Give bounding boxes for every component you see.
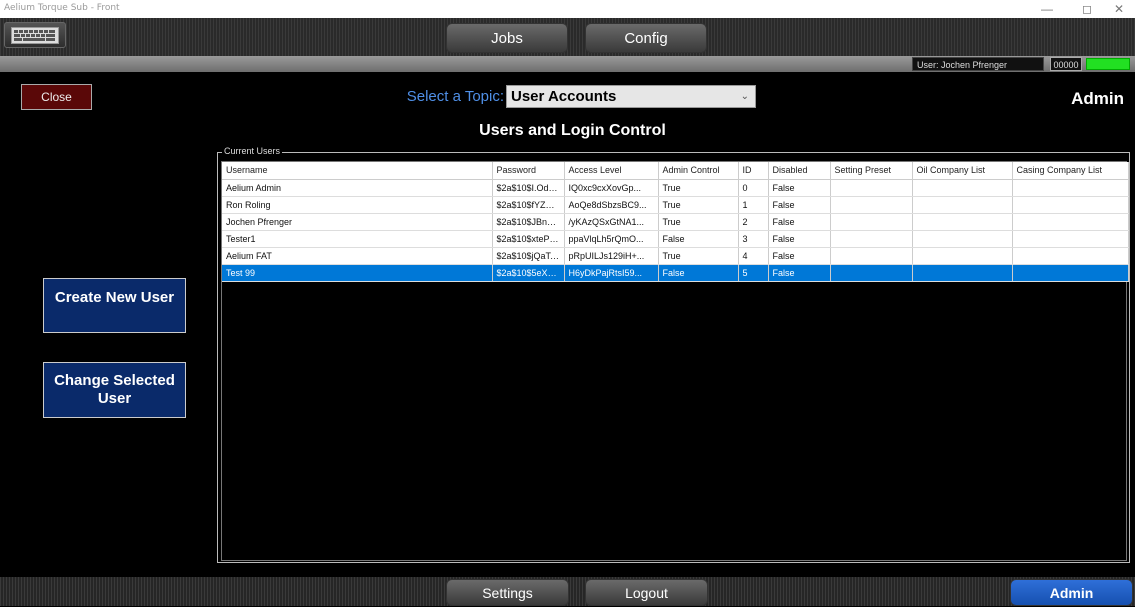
bottom-nav-bar: Settings Logout Admin — [0, 577, 1135, 606]
table-cell: False — [768, 264, 831, 282]
table-cell: True — [658, 213, 739, 231]
table-cell: False — [658, 264, 739, 282]
table-cell: AoQe8dSbzsBC9... — [564, 196, 659, 214]
status-strip: User: Jochen Pfrenger 00000 — [0, 56, 1135, 72]
column-header[interactable]: Access Level — [564, 162, 659, 180]
table-header-row: Username Password Access Level Admin Con… — [222, 162, 1129, 180]
topic-select[interactable]: User Accounts ⌄ — [506, 85, 756, 108]
table-row[interactable]: Tester1$2a$10$xtePdrN...ppaVlqLh5rQmO...… — [222, 230, 1129, 248]
column-header[interactable]: Password — [492, 162, 565, 180]
table-cell: H6yDkPajRtsI59... — [564, 264, 659, 282]
table-cell — [1012, 179, 1129, 197]
table-cell — [912, 264, 1013, 282]
keyboard-button[interactable] — [4, 22, 66, 48]
table-cell: False — [768, 230, 831, 248]
table-cell — [912, 213, 1013, 231]
table-cell: False — [768, 179, 831, 197]
group-legend: Current Users — [222, 146, 283, 156]
table-cell: $2a$10$xtePdrN... — [492, 230, 565, 248]
table-cell: /yKAzQSxGtNA1... — [564, 213, 659, 231]
column-header[interactable]: ID — [738, 162, 769, 180]
restore-icon[interactable]: ◻ — [1072, 0, 1102, 18]
table-cell — [830, 213, 913, 231]
connection-status-indicator — [1086, 58, 1130, 70]
column-header[interactable]: Admin Control — [658, 162, 739, 180]
create-new-user-button[interactable]: Create New User — [43, 278, 186, 333]
table-cell — [830, 247, 913, 265]
window-title-bar: Aelium Torque Sub - Front — ◻ ✕ — [0, 0, 1135, 18]
column-header[interactable]: Setting Preset — [830, 162, 913, 180]
table-cell — [1012, 230, 1129, 248]
table-cell — [912, 247, 1013, 265]
table-cell: True — [658, 247, 739, 265]
table-cell: 0 — [738, 179, 769, 197]
table-cell — [912, 230, 1013, 248]
table-cell: False — [768, 213, 831, 231]
table-row[interactable]: Aelium FAT $2a$10$jQaT.6A... pRpUILJs129iH… — [222, 247, 1129, 265]
table-cell: pRpUILJs129iH+... — [564, 247, 659, 265]
column-header[interactable]: Username — [222, 162, 493, 180]
settings-tab[interactable]: Settings — [446, 579, 569, 606]
top-nav-bar: Jobs Config — [0, 18, 1135, 56]
table-cell: 3 — [738, 230, 769, 248]
table-cell: Tester1 — [222, 230, 493, 248]
table-cell: 2 — [738, 213, 769, 231]
column-header[interactable]: Disabled — [768, 162, 831, 180]
table-cell: 5 — [738, 264, 769, 282]
table-cell — [830, 196, 913, 214]
column-header[interactable]: Oil Company List — [912, 162, 1013, 180]
table-cell: True — [658, 196, 739, 214]
logout-button[interactable]: Logout — [585, 579, 708, 606]
chevron-down-icon: ⌄ — [740, 91, 749, 102]
table-row[interactable]: Jochen Pfrenger$2a$10$JBnpoq/.../yKAzQSx… — [222, 213, 1129, 231]
table-cell: False — [768, 247, 831, 265]
admin-tab[interactable]: Admin — [1010, 579, 1133, 606]
users-table[interactable]: Username Password Access Level Admin Con… — [221, 161, 1129, 561]
column-header[interactable]: Casing Company List — [1012, 162, 1129, 180]
table-cell: Test 99 — [222, 264, 493, 282]
table-cell: 1 — [738, 196, 769, 214]
table-cell: Ron Roling — [222, 196, 493, 214]
jobs-tab[interactable]: Jobs — [446, 23, 568, 53]
table-cell: $2a$10$JBnpoq/... — [492, 213, 565, 231]
table-cell — [912, 179, 1013, 197]
current-user-display: User: Jochen Pfrenger — [912, 57, 1044, 71]
table-cell: Jochen Pfrenger — [222, 213, 493, 231]
table-row-selected[interactable]: Test 99$2a$10$5eX0r2g...H6yDkPajRtsI59..… — [222, 264, 1129, 282]
table-cell: $2a$10$5eX0r2g... — [492, 264, 565, 282]
config-tab[interactable]: Config — [585, 23, 707, 53]
keyboard-icon — [11, 27, 59, 44]
table-cell — [830, 264, 913, 282]
table-cell: False — [768, 196, 831, 214]
table-cell: ppaVlqLh5rQmO... — [564, 230, 659, 248]
page-title: Users and Login Control — [479, 122, 666, 139]
change-selected-user-button[interactable]: Change Selected User — [43, 362, 186, 418]
table-cell — [1012, 213, 1129, 231]
close-button[interactable]: Close — [21, 84, 92, 110]
minimize-icon[interactable]: — — [1032, 0, 1062, 18]
window-title: Aelium Torque Sub - Front — [4, 3, 120, 13]
table-cell: $2a$10$I.OdA2S... — [492, 179, 565, 197]
table-cell — [830, 179, 913, 197]
table-cell: False — [658, 230, 739, 248]
topic-select-value: User Accounts — [511, 88, 617, 105]
table-cell: Aelium Admin — [222, 179, 493, 197]
table-cell: 4 — [738, 247, 769, 265]
table-cell: $2a$10$fYZTzV... — [492, 196, 565, 214]
table-cell — [1012, 247, 1129, 265]
topic-label: Select a Topic: — [406, 88, 504, 105]
table-cell: Aelium FAT — [222, 247, 493, 265]
table-cell — [1012, 264, 1129, 282]
table-cell — [830, 230, 913, 248]
table-cell: True — [658, 179, 739, 197]
table-cell — [1012, 196, 1129, 214]
close-window-icon[interactable]: ✕ — [1104, 0, 1134, 18]
table-row[interactable]: Aelium Admin$2a$10$I.OdA2S...IQ0xc9cxXov… — [222, 179, 1129, 197]
table-cell: $2a$10$jQaT.6A... — [492, 247, 565, 265]
page-role-label: Admin — [1071, 89, 1124, 108]
table-row[interactable]: Ron Roling $2a$10$fYZTzV... AoQe8dSbzsBC9.… — [222, 196, 1129, 214]
status-code: 00000 — [1050, 57, 1082, 71]
table-cell — [912, 196, 1013, 214]
table-cell: IQ0xc9cxXovGp... — [564, 179, 659, 197]
